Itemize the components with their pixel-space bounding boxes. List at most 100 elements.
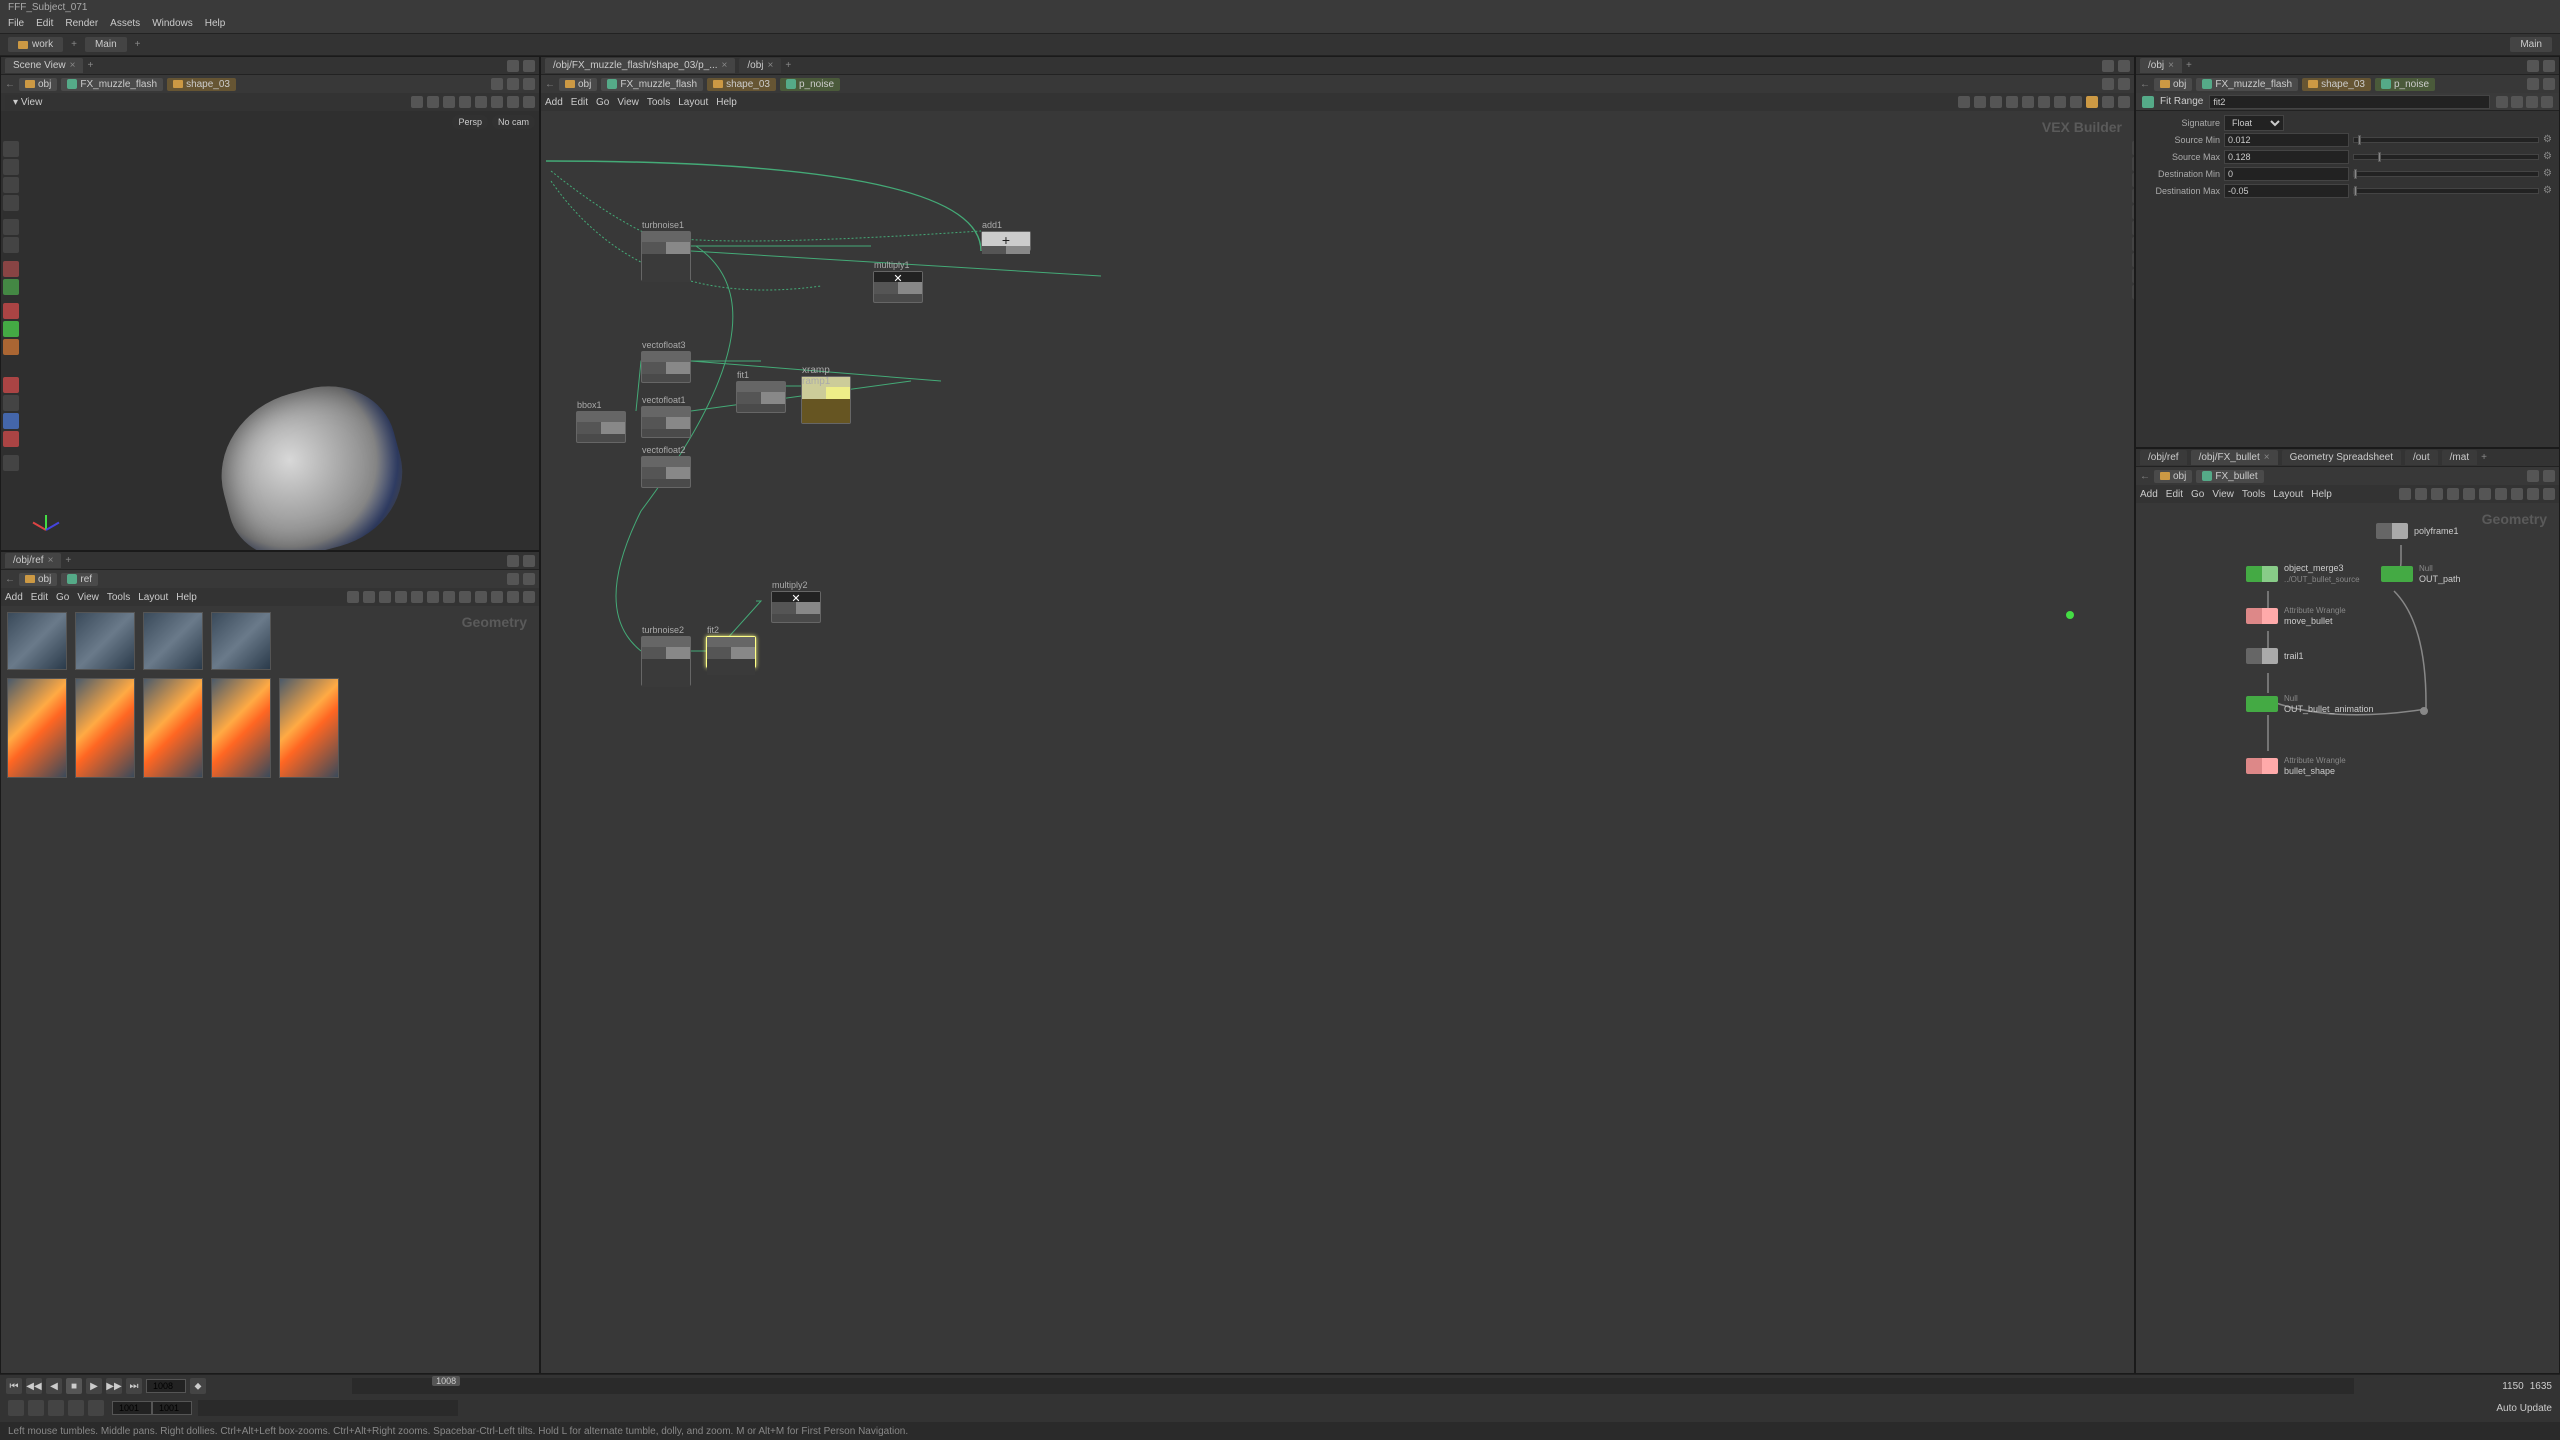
ref-thumb[interactable]	[75, 678, 135, 778]
pin-icon[interactable]	[2543, 78, 2555, 90]
node-out-path[interactable]: NullOUT_path	[2381, 563, 2461, 585]
play-back-button[interactable]: ◀	[46, 1378, 62, 1394]
node-ramp1[interactable]: xrampramp1	[801, 376, 851, 424]
nt-edit[interactable]: Edit	[31, 592, 48, 603]
node-trail1[interactable]: trail1	[2246, 648, 2304, 664]
srcmin-input[interactable]	[2224, 133, 2349, 147]
current-frame-input[interactable]	[146, 1379, 186, 1393]
destmin-input[interactable]	[2224, 167, 2349, 181]
gear-icon[interactable]: ⚙	[2543, 168, 2555, 180]
nt-tools[interactable]: Tools	[2242, 489, 2265, 500]
ref-thumb[interactable]	[211, 612, 271, 670]
node-turbnoise2[interactable]: turbnoise2	[641, 636, 691, 686]
timeline-track[interactable]: 1008	[352, 1378, 2354, 1394]
nt-help[interactable]: Help	[2311, 489, 2332, 500]
tool-icon[interactable]	[2132, 141, 2134, 155]
tool-icon[interactable]	[2132, 221, 2134, 235]
tl-opt-icon[interactable]	[28, 1400, 44, 1416]
menu-windows[interactable]: Windows	[152, 18, 193, 29]
srcmax-slider[interactable]	[2353, 154, 2539, 160]
nt-icon[interactable]	[411, 591, 423, 603]
pane-icon[interactable]	[2543, 60, 2555, 72]
vex-node-graph[interactable]: VEX Builder	[541, 111, 2134, 1373]
pane-pin-icon[interactable]	[507, 60, 519, 72]
range-end-input[interactable]	[152, 1401, 192, 1415]
nt-icon[interactable]	[2479, 488, 2491, 500]
destmax-slider[interactable]	[2353, 188, 2539, 194]
menu-help[interactable]: Help	[205, 18, 226, 29]
bc-obj[interactable]: obj	[2154, 470, 2192, 483]
nt-icon[interactable]	[459, 591, 471, 603]
node-vectofloat3[interactable]: vectofloat3	[641, 351, 691, 383]
nt-icon[interactable]	[491, 591, 503, 603]
bc-shape[interactable]: shape_03	[2302, 78, 2371, 91]
tool-icon[interactable]	[3, 413, 19, 429]
pane-icon[interactable]	[2527, 60, 2539, 72]
bc-fx[interactable]: FX_muzzle_flash	[601, 78, 703, 91]
tool-icon[interactable]	[2132, 173, 2134, 187]
nt-icon[interactable]	[2511, 488, 2523, 500]
nt-icon[interactable]	[2022, 96, 2034, 108]
tool-icon[interactable]	[3, 377, 19, 393]
tool-icon[interactable]	[3, 261, 19, 277]
bc-obj[interactable]: obj	[2154, 78, 2192, 91]
tool-icon[interactable]	[2132, 237, 2134, 251]
menu-edit[interactable]: Edit	[36, 18, 53, 29]
destmax-input[interactable]	[2224, 184, 2349, 198]
bc-obj[interactable]: obj	[559, 78, 597, 91]
shelf-work[interactable]: work	[8, 37, 63, 52]
play-button[interactable]: ▶	[86, 1378, 102, 1394]
nt-icon[interactable]	[2006, 96, 2018, 108]
max-icon[interactable]	[523, 591, 535, 603]
tab-obj[interactable]: /obj×	[739, 58, 781, 73]
bc-fx[interactable]: FX_muzzle_flash	[61, 78, 163, 91]
gear-icon[interactable]: ⚙	[2543, 185, 2555, 197]
range-start-input[interactable]	[112, 1401, 152, 1415]
vp-tool-icon[interactable]	[443, 96, 455, 108]
max-icon[interactable]	[2543, 488, 2555, 500]
tl-opt-icon[interactable]	[88, 1400, 104, 1416]
vp-tool-icon[interactable]	[411, 96, 423, 108]
node-object-merge3[interactable]: object_merge3../OUT_bullet_source	[2246, 563, 2360, 585]
persp-toggle[interactable]: Persp	[452, 115, 488, 129]
nt-icon[interactable]	[395, 591, 407, 603]
prev-frame-button[interactable]: ◀◀	[26, 1378, 42, 1394]
nt-add[interactable]: Add	[2140, 489, 2158, 500]
vp-tool-icon[interactable]	[507, 96, 519, 108]
pane-icon[interactable]	[2118, 60, 2130, 72]
node-move-bullet[interactable]: Attribute Wranglemove_bullet	[2246, 605, 2346, 627]
nt-view[interactable]: View	[77, 592, 99, 603]
tool-icon[interactable]	[3, 219, 19, 235]
nt-icon[interactable]	[475, 591, 487, 603]
bc-pnoise[interactable]: p_noise	[2375, 78, 2435, 91]
nt-icon[interactable]	[363, 591, 375, 603]
tl-opt-icon[interactable]	[8, 1400, 24, 1416]
first-frame-button[interactable]: ⏮	[6, 1378, 22, 1394]
cam-toggle[interactable]: No cam	[492, 115, 535, 129]
output-port[interactable]	[2066, 611, 2074, 619]
nt-layout[interactable]: Layout	[678, 97, 708, 108]
tool-icon[interactable]	[3, 321, 19, 337]
nt-edit[interactable]: Edit	[2166, 489, 2183, 500]
ref-thumb[interactable]	[211, 678, 271, 778]
vp-tool-icon[interactable]	[491, 96, 503, 108]
stop-button[interactable]: ■	[66, 1378, 82, 1394]
bc-pnoise[interactable]: p_noise	[780, 78, 840, 91]
lock-icon[interactable]	[2102, 78, 2114, 90]
tool-icon[interactable]	[2132, 157, 2134, 171]
signature-select[interactable]: Float	[2224, 115, 2284, 131]
pin-icon[interactable]	[523, 573, 535, 585]
tab-pnoise[interactable]: /obj/FX_muzzle_flash/shape_03/p_...×	[545, 58, 735, 73]
node-vectofloat1[interactable]: vectofloat1	[641, 406, 691, 438]
nt-edit[interactable]: Edit	[571, 97, 588, 108]
nt-help[interactable]: Help	[716, 97, 737, 108]
pane-max-icon[interactable]	[523, 60, 535, 72]
node-add1[interactable]: add1 +	[981, 231, 1031, 251]
nt-help[interactable]: Help	[176, 592, 197, 603]
tool-icon[interactable]	[3, 455, 19, 471]
nt-tools[interactable]: Tools	[647, 97, 670, 108]
nt-icon[interactable]	[2054, 96, 2066, 108]
nt-icon[interactable]	[1958, 96, 1970, 108]
nt-layout[interactable]: Layout	[2273, 489, 2303, 500]
tab-geomspread[interactable]: Geometry Spreadsheet	[2282, 450, 2401, 465]
